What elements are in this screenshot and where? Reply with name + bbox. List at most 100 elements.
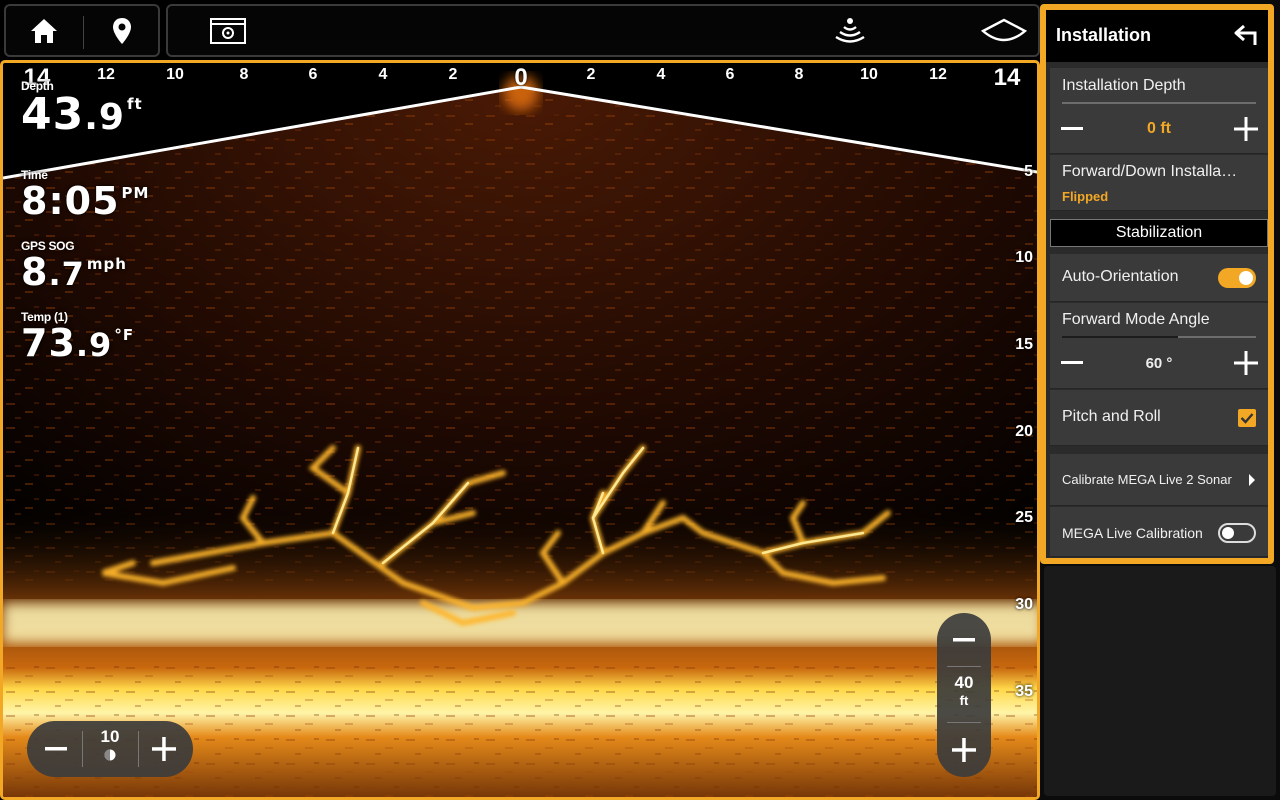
back-arrow-icon [1234,24,1257,45]
gain-icon [104,749,116,761]
sonar-ping-icon [835,17,865,43]
depth-tick: 10 [1015,249,1033,266]
forward-mode-angle-increase[interactable] [1230,347,1262,379]
installation-depth-value: 0 ft [1147,120,1171,137]
calibrate-mega-live-item[interactable]: Calibrate MEGA Live 2 Sonar [1050,454,1268,506]
installation-depth-underline [1062,102,1256,104]
top-bar [0,0,1040,60]
calibrate-mega-live-label: Calibrate MEGA Live 2 Sonar [1062,472,1232,487]
nav-button-group [4,4,160,57]
minus-icon [1061,127,1083,130]
back-button[interactable] [1232,22,1262,50]
temp-readout: Temp (1) 73.9 °F [21,310,134,362]
auto-orientation-label: Auto-Orientation [1062,268,1179,285]
time-readout: Time 8:05 PM [21,168,149,220]
gain-decrease-button[interactable] [33,721,79,777]
depth-readout: Depth 43.9 ft [21,79,143,137]
mega-live-calibration-label: MEGA Live Calibration [1062,525,1203,541]
cone-view-icon [981,18,1027,41]
depth-tick: 20 [1015,423,1033,440]
pitch-and-roll-checkbox[interactable] [1238,409,1256,427]
map-pin-icon [113,17,131,44]
chevron-right-icon [1249,474,1255,486]
pitch-and-roll-label: Pitch and Roll [1062,408,1161,425]
home-button[interactable] [6,6,82,55]
forward-down-label: Forward/Down Installa… [1062,163,1238,180]
range-readout: 40 ft [937,673,991,708]
range-tick: 8 [239,66,249,83]
range-tick: 10 [860,66,878,83]
installation-depth-increase[interactable] [1230,113,1262,145]
forward-mode-angle-slider[interactable] [1062,336,1256,338]
range-tick: 2 [448,66,458,83]
installation-depth-decrease[interactable] [1056,113,1088,145]
panel-title: Installation [1056,25,1152,45]
range-tick: 8 [794,66,804,83]
range-tick: 6 [308,66,318,83]
stabilization-section-header: Stabilization [1050,219,1268,247]
panel-header: Installation [1046,10,1268,62]
range-unit: ft [959,693,969,708]
minus-icon [45,747,67,751]
installation-depth-setting: Installation Depth 0 ft [1050,68,1268,154]
gain-control: 10 [27,721,193,777]
plus-icon [1234,351,1258,375]
range-tick: 0 [514,64,528,91]
screen-settings-button[interactable] [198,6,258,55]
mega-live-calibration-toggle[interactable] [1218,523,1256,543]
range-tick: 14 [993,64,1021,91]
range-value: 40 [954,673,974,692]
range-tick: 12 [929,66,947,83]
plus-icon [1234,117,1258,141]
forward-mode-angle-decrease[interactable] [1056,347,1088,379]
side-panel-empty-area [1044,566,1276,796]
sog-value-dec: .7 [48,255,85,293]
waypoint-button[interactable] [84,6,160,55]
depth-tick: 35 [1015,683,1033,700]
range-increase-button[interactable] [937,727,991,773]
forward-down-installation-setting[interactable]: Forward/Down Installa… Flipped [1050,155,1268,211]
range-tick: 2 [586,66,596,83]
range-control: 40 ft [937,613,991,777]
installation-panel: Installation Installation Depth 0 ft For… [1040,4,1274,564]
depth-value-dec: .9 [84,97,125,138]
forward-mode-angle-setting: Forward Mode Angle 60 ° [1050,303,1268,389]
temp-unit: °F [114,326,135,344]
sog-readout: GPS SOG 8.7 mph [21,239,127,291]
installation-depth-label: Installation Depth [1062,77,1186,94]
mega-live-calibration-setting[interactable]: MEGA Live Calibration [1050,507,1268,557]
range-tick: 10 [166,66,184,83]
gain-value: 10 [100,727,120,746]
settings-screen-icon [210,17,246,44]
view-mode-button[interactable] [974,6,1034,55]
sog-value-int: 8 [21,250,49,294]
pitch-and-roll-setting[interactable]: Pitch and Roll [1050,390,1268,446]
horizontal-range-scale: 14 12 10 8 6 4 2 0 2 4 6 8 10 12 14 [3,64,1037,96]
forward-down-value: Flipped [1062,189,1109,204]
depth-tick: 15 [1015,336,1033,353]
gain-readout: 10 [83,727,137,766]
depth-tick: 5 [1024,163,1033,180]
temp-value-dec: .9 [75,326,113,364]
view-toolbar [166,4,1040,57]
plus-icon [952,738,976,762]
depth-tick: 25 [1015,509,1033,526]
depth-tick: 30 [1015,596,1033,613]
sonar-button[interactable] [820,6,880,55]
depth-unit: ft [126,95,143,113]
range-decrease-button[interactable] [937,617,991,663]
time-unit: PM [121,184,150,202]
plus-icon [152,737,176,761]
auto-orientation-toggle[interactable] [1218,268,1256,288]
range-tick: 4 [378,66,388,83]
sonar-view[interactable]: 14 12 10 8 6 4 2 0 2 4 6 8 10 12 14 5 10… [0,60,1040,800]
auto-orientation-setting[interactable]: Auto-Orientation [1050,254,1268,302]
sog-unit: mph [86,255,127,273]
minus-icon [953,638,975,642]
gain-increase-button[interactable] [141,721,187,777]
sonar-image [3,75,1037,797]
range-tick: 6 [725,66,735,83]
time-value: 8:05 [21,179,120,223]
home-icon [31,18,57,43]
range-tick: 4 [656,66,666,83]
